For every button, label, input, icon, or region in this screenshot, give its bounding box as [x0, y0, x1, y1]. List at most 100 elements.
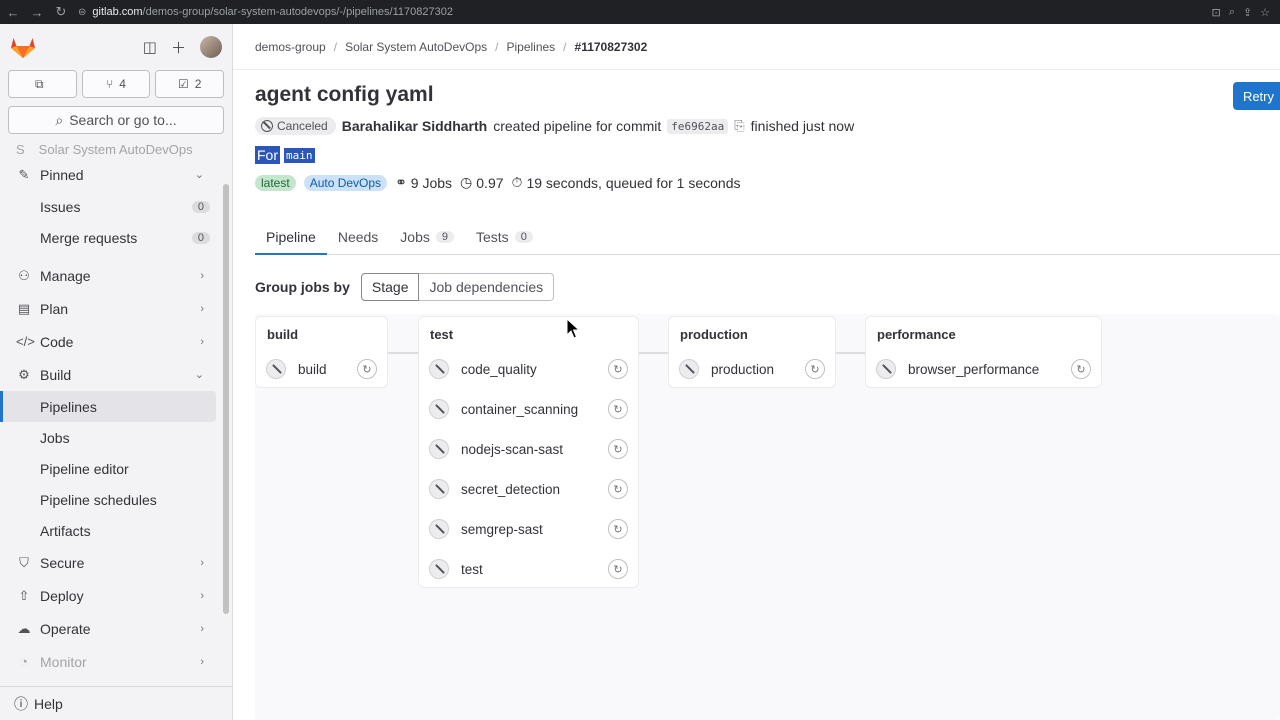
job-container-scanning[interactable]: container_scanning ↻ [419, 389, 638, 429]
todo-icon: ☑ [177, 77, 189, 91]
install-icon[interactable]: ⊡ [1212, 6, 1221, 19]
code-icon: </> [16, 334, 35, 349]
job-build[interactable]: build ↻ [256, 349, 387, 389]
gitlab-logo-icon[interactable] [10, 35, 36, 59]
help-button[interactable]: ⓘ Help [0, 686, 232, 720]
job-semgrep-sast[interactable]: semgrep-sast ↻ [419, 509, 638, 549]
group-by-stage-button[interactable]: Stage [360, 273, 420, 301]
sidebar-item-deploy[interactable]: ⇧ Deploy › [0, 579, 220, 612]
canceled-icon [261, 120, 273, 132]
retry-icon[interactable]: ↻ [608, 479, 628, 499]
build-icon: ⚙ [18, 366, 30, 382]
sidebar-item-merge-requests[interactable]: Merge requests 0 [0, 222, 220, 253]
tab-needs[interactable]: Needs [327, 220, 389, 254]
breadcrumb-pipeline-id[interactable]: #1170827302 [575, 40, 648, 54]
canceled-icon [429, 559, 449, 579]
chevron-down-icon: ⌄ [194, 169, 204, 181]
breadcrumb-group[interactable]: demos-group [255, 40, 326, 54]
sidebar-item-jobs[interactable]: Jobs [0, 422, 220, 453]
chevron-right-icon: › [200, 302, 204, 315]
stage-connector [388, 352, 419, 354]
job-nodejs-scan-sast[interactable]: nodejs-scan-sast ↻ [419, 429, 638, 469]
bookmark-icon[interactable]: ☆ [1260, 6, 1270, 19]
author-link[interactable]: Barahalikar Siddharth [342, 118, 488, 134]
tab-jobs[interactable]: Jobs 9 [389, 220, 465, 254]
latest-badge: latest [255, 174, 296, 191]
retry-icon[interactable]: ↻ [608, 519, 628, 539]
count-badge: 0 [191, 200, 210, 213]
reload-icon[interactable]: ↻ [50, 4, 72, 20]
breadcrumb-pipelines[interactable]: Pipelines [506, 40, 555, 54]
chevron-right-icon: › [200, 556, 204, 569]
merge-requests-counter-button[interactable]: ⑂ 4 [81, 70, 151, 98]
compute-minutes: ◷ 0.97 [460, 174, 504, 191]
sidebar-pinned-toggle[interactable]: ✎ Pinned ⌄ [0, 158, 220, 191]
retry-icon[interactable]: ↻ [608, 359, 628, 379]
tab-pipeline[interactable]: Pipeline [255, 220, 327, 255]
canceled-icon [429, 519, 449, 539]
sidebar-item-pipelines[interactable]: Pipelines [0, 391, 216, 422]
branch-link[interactable]: main [284, 147, 315, 163]
sidebar-item-code[interactable]: </> Code › [0, 325, 220, 358]
todos-counter-button[interactable]: ☑ 2 [155, 70, 225, 98]
breadcrumb-project[interactable]: Solar System AutoDevOps [345, 40, 487, 54]
sidebar-item-manage[interactable]: ⚇ Manage › [0, 259, 220, 292]
site-info-icon[interactable]: ⊜ [78, 7, 86, 18]
chevron-right-icon: › [200, 622, 204, 635]
for-label: For [255, 146, 280, 164]
commit-sha-link[interactable]: fe6962aa [667, 118, 729, 134]
search-icon: ⌕ [55, 111, 64, 128]
job-code-quality[interactable]: code_quality ↻ [419, 349, 638, 389]
retry-button[interactable]: Retry [1232, 82, 1280, 110]
issues-counter-button[interactable]: ⧉ [8, 70, 77, 98]
sidebar-item-plan[interactable]: ▤ Plan › [0, 292, 220, 325]
retry-icon[interactable]: ↻ [1071, 359, 1091, 379]
sidebar-project-link[interactable]: S Solar System AutoDevOps [0, 140, 220, 158]
monitor-icon: ◔ [20, 654, 28, 669]
retry-icon[interactable]: ↻ [357, 359, 377, 379]
pipeline-meta: Canceled Barahalikar Siddharth created p… [255, 117, 854, 135]
sidebar-scrollbar[interactable] [222, 172, 230, 704]
retry-icon[interactable]: ↻ [805, 359, 825, 379]
jobs-count: ⚭ 9 Jobs [395, 174, 453, 191]
cloud-icon: ☁ [17, 620, 31, 636]
retry-icon[interactable]: ↻ [608, 399, 628, 419]
breadcrumb: demos-group / Solar System AutoDevOps / … [233, 24, 1280, 70]
sidebar-item-build[interactable]: ⚙ Build ⌄ [0, 358, 220, 391]
sidebar-item-issues[interactable]: Issues 0 [0, 191, 220, 222]
job-test[interactable]: test ↻ [419, 549, 638, 589]
job-production[interactable]: production ↻ [669, 349, 835, 389]
forward-icon[interactable]: → [26, 5, 48, 20]
user-avatar[interactable] [200, 36, 222, 58]
scrollbar-thumb[interactable] [223, 184, 229, 614]
create-new-icon[interactable]: ＋ [171, 37, 186, 58]
sidebar-item-secure[interactable]: ⛉ Secure › [0, 546, 220, 579]
shield-icon: ⛉ [19, 554, 29, 570]
job-secret-detection[interactable]: secret_detection ↻ [419, 469, 638, 509]
sidebar-item-pipeline-schedules[interactable]: Pipeline schedules [0, 484, 220, 515]
mouse-cursor-icon [566, 318, 580, 339]
zoom-icon[interactable]: ⌕ [1229, 6, 1235, 19]
sidebar-item-operate[interactable]: ☁ Operate › [0, 612, 220, 645]
auto-devops-badge[interactable]: Auto DevOps [303, 174, 388, 191]
copy-icon[interactable]: ⎘ [734, 118, 744, 134]
main-content: demos-group / Solar System AutoDevOps / … [233, 24, 1280, 720]
tab-tests[interactable]: Tests 0 [465, 220, 544, 254]
back-icon[interactable]: ← [2, 5, 24, 20]
retry-icon[interactable]: ↻ [608, 439, 628, 459]
group-by-dependencies-button[interactable]: Job dependencies [419, 273, 555, 301]
job-browser-performance[interactable]: browser_performance ↻ [866, 349, 1101, 389]
status-badge[interactable]: Canceled [255, 117, 336, 135]
sidebar-item-artifacts[interactable]: Artifacts [0, 515, 220, 546]
address-bar[interactable]: ⊜ gitlab.com/demos-group/solar-system-au… [78, 2, 1178, 22]
count-badge: 0 [514, 231, 533, 243]
sidebar-item-monitor[interactable]: ◔ Monitor › [0, 645, 220, 678]
finished-text: finished just now [750, 118, 855, 134]
toggle-sidebar-icon[interactable]: ◫ [143, 38, 157, 56]
retry-icon[interactable]: ↻ [608, 559, 628, 579]
sidebar-item-pipeline-editor[interactable]: Pipeline editor [0, 453, 220, 484]
search-button[interactable]: ⌕ Search or go to... [8, 106, 224, 134]
stage-title: performance [877, 327, 956, 342]
share-icon[interactable]: ⇪ [1243, 6, 1252, 19]
issues-icon: ⧉ [35, 76, 44, 91]
